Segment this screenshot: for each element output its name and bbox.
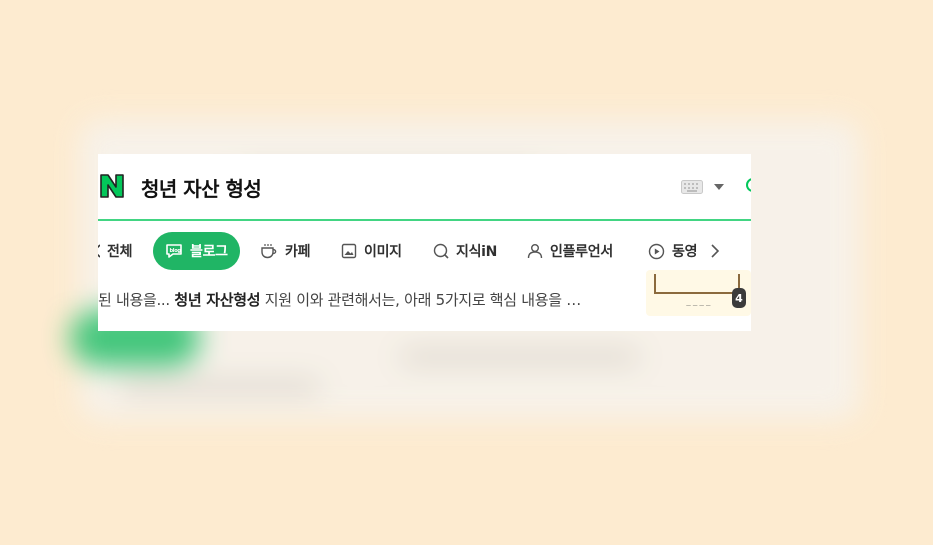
snippet-highlight: 청년 자산형성 [174,291,261,309]
caret-down-icon[interactable] [714,184,724,190]
search-popup: 청년 자산 형성 전체 blog 블로그 카페 이미지 지식iN 인플루언서 동… [98,154,751,331]
clipped-text-line: ・ ・ ・ ・ ・ ・ ・ ・ ・ ・ ・ ・ ・ ・ ・ ・ ・ ・ ・ ・ … [98,270,638,279]
svg-text:blog: blog [170,248,182,254]
tab-influencer[interactable]: 인플루언서 [527,232,613,270]
blurred-line [400,350,640,364]
naver-logo-icon[interactable] [98,172,126,200]
keyboard-icon[interactable] [681,180,703,194]
tab-influencer-label: 인플루언서 [550,244,613,260]
kin-icon [433,243,449,259]
green-status-icon[interactable] [746,178,751,192]
tab-video-label: 동영 [672,244,698,260]
tab-kin-label: 지식iN [456,244,498,260]
tab-video[interactable]: 동영 [648,232,697,270]
blog-icon: blog [166,244,182,258]
blurred-line [120,380,320,394]
tab-cafe-label: 카페 [285,244,311,260]
snippet-line: 된 내용을... 청년 자산형성 지원 이와 관련해서는, 아래 5가지로 핵심… [98,287,581,313]
person-icon [527,244,543,259]
tab-image[interactable]: 이미지 [341,232,402,270]
tab-all-label: 전체 [107,244,133,260]
snippet-after: 지원 이와 관련해서는, 아래 5가지로 핵심 내용을 … [260,291,582,309]
tab-blog[interactable]: blog 블로그 [153,232,240,270]
image-count-badge: 4 [732,288,746,308]
image-icon [341,243,357,259]
search-header: 청년 자산 형성 [98,154,751,220]
play-icon [648,243,665,259]
all-icon [98,244,100,258]
tab-bar: 전체 blog 블로그 카페 이미지 지식iN 인플루언서 동영 [98,232,751,270]
tab-cafe[interactable]: 카페 [260,232,310,270]
search-query[interactable]: 청년 자산 형성 [141,173,262,202]
cafe-icon [261,244,277,259]
snippet-before: 된 내용을... [98,291,175,309]
tab-all[interactable]: 전체 [98,232,132,270]
header-divider [98,219,751,221]
result-snippet[interactable]: ・ ・ ・ ・ ・ ・ ・ ・ ・ ・ ・ ・ ・ ・ ・ ・ ・ ・ ・ ・ … [98,270,638,330]
tab-kin[interactable]: 지식iN [433,232,497,270]
chevron-right-icon[interactable] [708,244,722,258]
thumbnail-frame [654,274,740,294]
thumbnail-caption: — — — — [686,303,711,309]
tab-blog-label: 블로그 [190,244,228,260]
tab-image-label: 이미지 [364,244,402,260]
